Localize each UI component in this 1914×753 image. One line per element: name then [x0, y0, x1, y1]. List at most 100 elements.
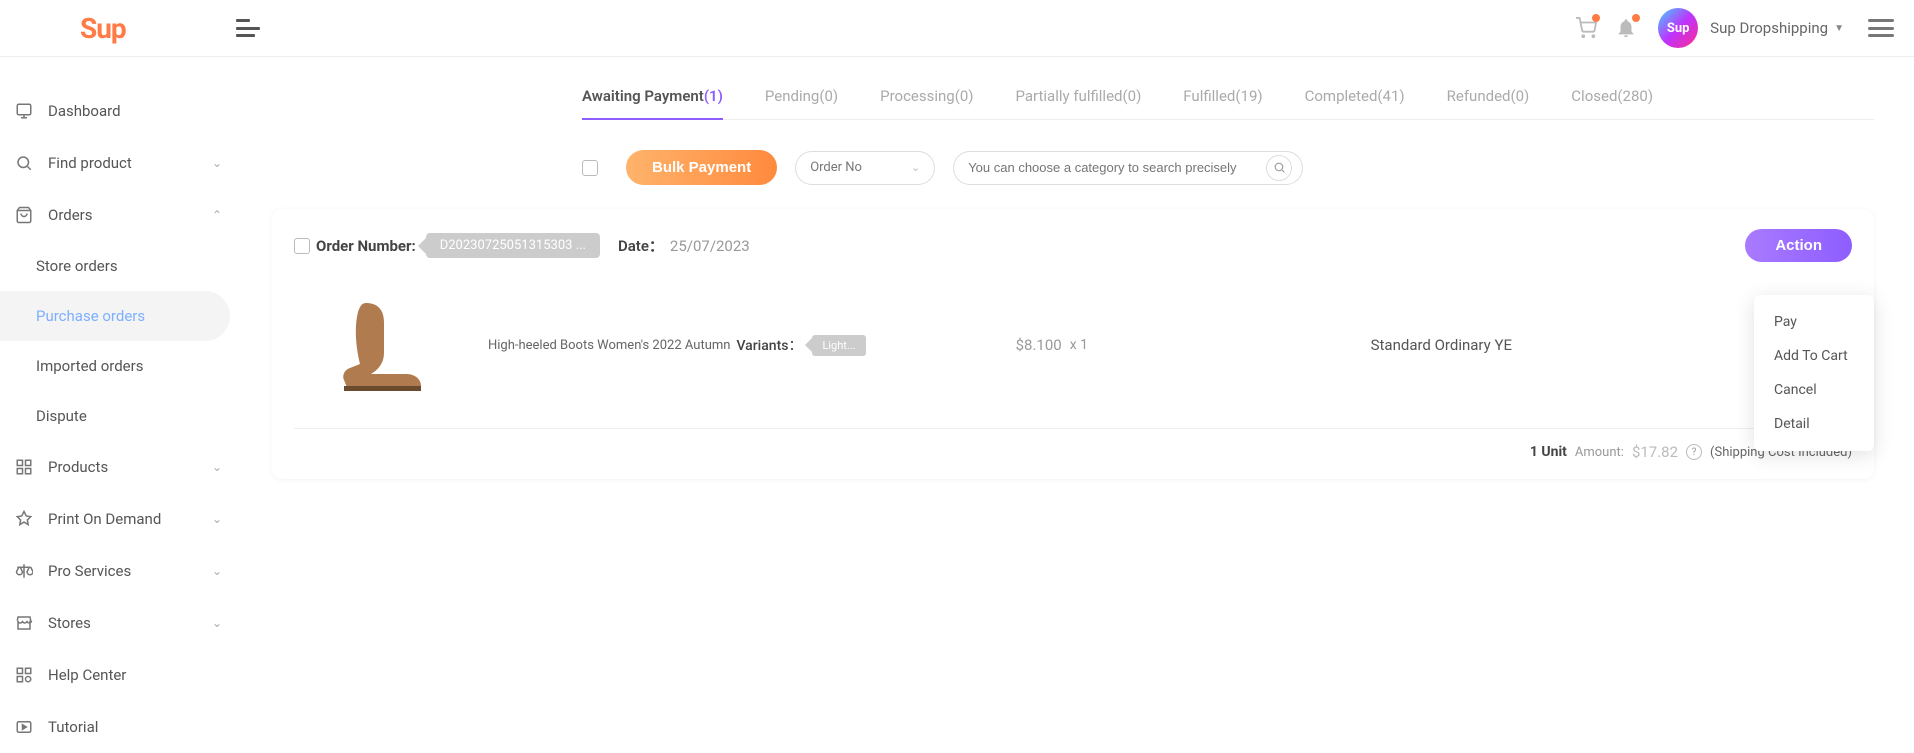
cart-icon[interactable] [1574, 16, 1598, 40]
order-footer: 1 Unit Amount: $17.82 ? (Shipping Cost I… [294, 429, 1852, 461]
tab-label: Refunded [1447, 87, 1511, 105]
user-name: Sup Dropshipping [1710, 19, 1828, 37]
avatar[interactable]: Sup [1658, 8, 1698, 48]
sidebar-item-tutorial[interactable]: Tutorial [0, 701, 236, 753]
tab-closed[interactable]: Closed(280) [1571, 87, 1653, 119]
tab-count: (1) [704, 87, 723, 105]
select-all-checkbox[interactable] [582, 160, 598, 176]
tab-count: (0) [1123, 87, 1142, 105]
order-header: Order Number: D20230725051315303 ... Dat… [294, 229, 1852, 262]
tab-count: (0) [955, 87, 974, 105]
user-caret-icon[interactable]: ▼ [1834, 23, 1844, 34]
sidebar-item-imported-orders[interactable]: Imported orders [0, 341, 236, 391]
scales-icon [14, 561, 34, 581]
sidebar: Dashboard Find product ⌄ Orders ⌃ Store … [0, 57, 236, 745]
sidebar-item-help[interactable]: Help Center [0, 649, 236, 701]
sidebar-item-products[interactable]: Products ⌄ [0, 441, 236, 493]
price: $8.100 [1016, 336, 1062, 354]
tab-pending[interactable]: Pending(0) [765, 87, 838, 119]
sidebar-label: Stores [48, 614, 91, 632]
bulk-payment-button[interactable]: Bulk Payment [626, 150, 777, 185]
tab-count: (0) [1510, 87, 1529, 105]
variant-value: Light... [812, 335, 865, 356]
tab-label: Closed [1571, 87, 1617, 105]
chevron-down-icon: ⌄ [212, 512, 222, 526]
video-icon [14, 717, 34, 737]
search-input[interactable] [968, 160, 1266, 175]
order-checkbox[interactable] [294, 238, 310, 254]
tab-refunded[interactable]: Refunded(0) [1447, 87, 1530, 119]
menu-item-detail[interactable]: Detail [1754, 407, 1874, 441]
search-button[interactable] [1266, 155, 1292, 181]
sidebar-label: Orders [48, 206, 93, 224]
order-tabs: Awaiting Payment(1) Pending(0) Processin… [582, 87, 1874, 120]
sidebar-item-pro-services[interactable]: Pro Services ⌄ [0, 545, 236, 597]
tab-awaiting-payment[interactable]: Awaiting Payment(1) [582, 87, 723, 119]
sidebar-item-orders[interactable]: Orders ⌃ [0, 189, 236, 241]
chevron-up-icon: ⌃ [212, 208, 222, 222]
tab-label: Pending [765, 87, 819, 105]
amount-label: Amount: [1575, 445, 1624, 460]
product-name: High-heeled Boots Women's 2022 Autumn [488, 338, 730, 353]
sidebar-label: Purchase orders [36, 307, 145, 325]
tab-label: Completed [1305, 87, 1378, 105]
order-number-value: D20230725051315303 ... [426, 233, 600, 258]
tab-label: Processing [880, 87, 955, 105]
store-icon [14, 613, 34, 633]
main-content: Awaiting Payment(1) Pending(0) Processin… [236, 57, 1914, 745]
sidebar-label: Imported orders [36, 357, 143, 375]
search-box [953, 151, 1303, 185]
sidebar-toggle-icon[interactable] [236, 19, 260, 37]
sidebar-label: Find product [48, 154, 132, 172]
sidebar-item-pod[interactable]: Print On Demand ⌄ [0, 493, 236, 545]
order-number-label: Order Number: [316, 237, 416, 255]
dashboard-icon [14, 101, 34, 121]
help-icon [14, 665, 34, 685]
tab-count: (0) [819, 87, 838, 105]
sidebar-label: Help Center [48, 666, 126, 684]
menu-icon[interactable] [1868, 19, 1894, 37]
menu-item-pay[interactable]: Pay [1754, 305, 1874, 339]
sidebar-item-stores[interactable]: Stores ⌄ [0, 597, 236, 649]
search-icon [14, 153, 34, 173]
sidebar-item-purchase-orders[interactable]: Purchase orders [0, 291, 230, 341]
sidebar-label: Dashboard [48, 102, 121, 120]
sidebar-item-dispute[interactable]: Dispute [0, 391, 236, 441]
order-card: Order Number: D20230725051315303 ... Dat… [272, 209, 1874, 479]
select-value: Order No [810, 160, 862, 175]
chevron-down-icon: ⌄ [212, 564, 222, 578]
menu-item-add-to-cart[interactable]: Add To Cart [1754, 339, 1874, 373]
sidebar-label: Products [48, 458, 108, 476]
unit-count: 1 Unit [1530, 444, 1567, 460]
tab-processing[interactable]: Processing(0) [880, 87, 973, 119]
tab-count: (19) [1235, 87, 1262, 105]
sidebar-label: Pro Services [48, 562, 131, 580]
tab-fulfilled[interactable]: Fulfilled(19) [1183, 87, 1262, 119]
sidebar-item-store-orders[interactable]: Store orders [0, 241, 236, 291]
bell-icon[interactable] [1614, 16, 1638, 40]
order-line-item: High-heeled Boots Women's 2022 Autumn Va… [294, 262, 1852, 429]
orders-icon [14, 205, 34, 225]
menu-item-cancel[interactable]: Cancel [1754, 373, 1874, 407]
pod-icon [14, 509, 34, 529]
info-icon[interactable]: ? [1686, 444, 1702, 460]
sidebar-label: Store orders [36, 257, 118, 275]
sidebar-item-dashboard[interactable]: Dashboard [0, 85, 236, 137]
action-button[interactable]: Action [1745, 229, 1852, 262]
tab-count: (41) [1377, 87, 1404, 105]
chevron-down-icon: ⌄ [212, 460, 222, 474]
order-date-value: 25/07/2023 [670, 237, 750, 255]
action-dropdown: Pay Add To Cart Cancel Detail [1754, 295, 1874, 451]
search-category-select[interactable]: Order No ⌄ [795, 151, 935, 185]
sidebar-label: Dispute [36, 407, 87, 425]
quantity: x 1 [1070, 337, 1088, 353]
tab-partially-fulfilled[interactable]: Partially fulfilled(0) [1016, 87, 1142, 119]
toolbar: Bulk Payment Order No ⌄ [582, 150, 1303, 185]
chevron-down-icon: ⌄ [212, 156, 222, 170]
products-icon [14, 457, 34, 477]
chevron-down-icon: ⌄ [212, 616, 222, 630]
tab-completed[interactable]: Completed(41) [1305, 87, 1405, 119]
tab-label: Awaiting Payment [582, 87, 704, 105]
sidebar-label: Print On Demand [48, 510, 161, 528]
sidebar-item-find-product[interactable]: Find product ⌄ [0, 137, 236, 189]
